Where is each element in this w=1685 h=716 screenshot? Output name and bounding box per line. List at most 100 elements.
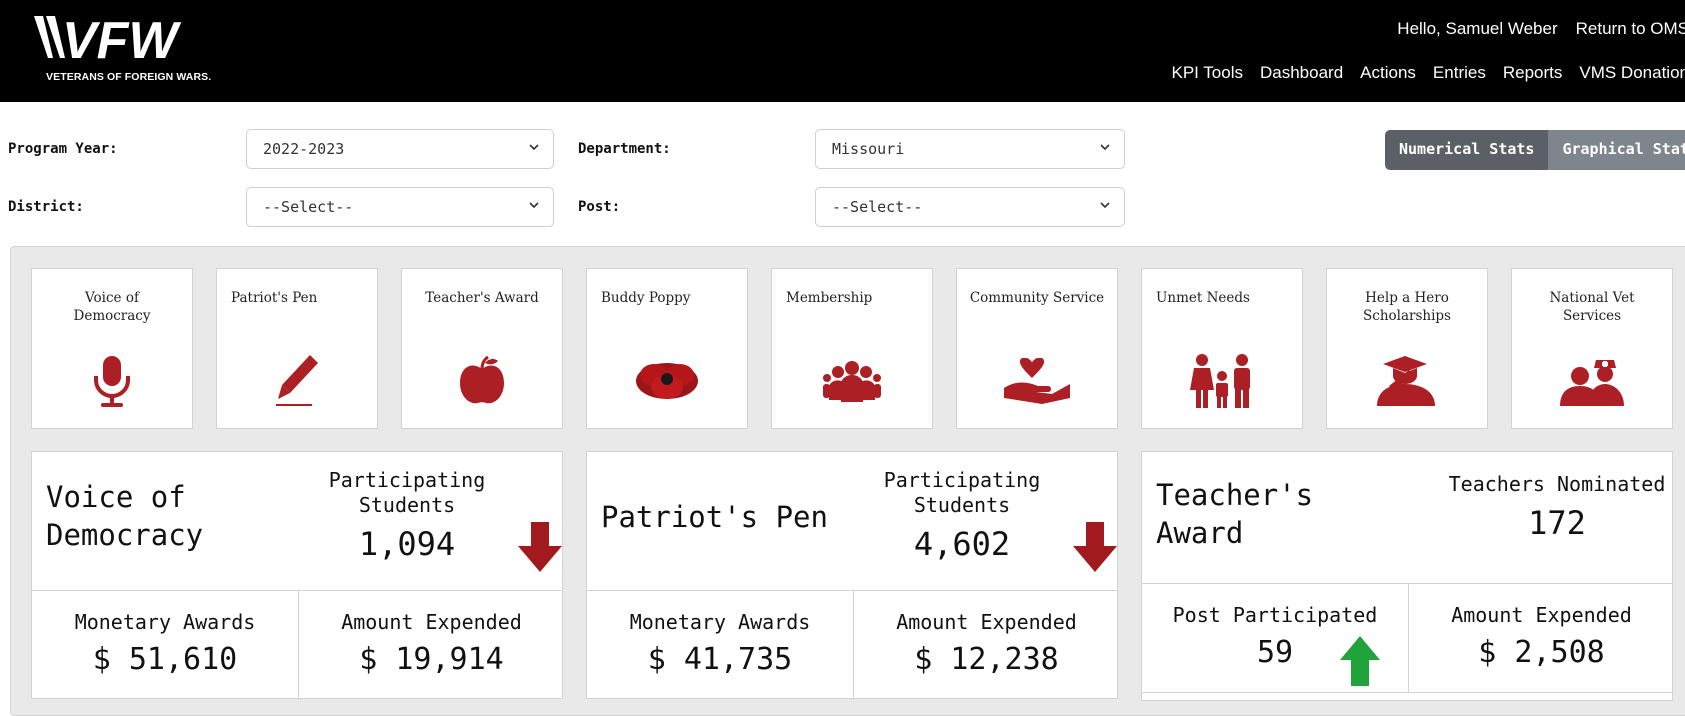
stat-label: Monetary Awards — [74, 610, 256, 634]
monetary-awards-stat: Monetary Awards $ 41,735 — [587, 591, 853, 700]
metric-label: Participating Students — [328, 468, 486, 517]
return-to-oms-link[interactable]: Return to OMS — [1576, 19, 1685, 39]
post-label: Post: — [578, 199, 621, 215]
tile-label: Community Service — [969, 290, 1105, 306]
program-year-label: Program Year: — [8, 141, 118, 157]
top-header: VFW VETERANS OF FOREIGN WARS. Hello, Sam… — [0, 0, 1685, 102]
vfw-logo-mark: VFW — [34, 16, 181, 66]
department-label: Department: — [578, 141, 671, 157]
department-value: Missouri — [832, 140, 905, 158]
tile-label: Voice of Democracy — [73, 290, 151, 324]
tile-unmet-needs[interactable]: Unmet Needs — [1141, 268, 1303, 429]
monetary-awards-stat: Monetary Awards $ 51,610 — [32, 591, 298, 700]
graduate-salute-icon — [1327, 351, 1487, 411]
stat-label: Monetary Awards — [629, 610, 811, 634]
tile-voice-of-democracy[interactable]: Voice of Democracy — [31, 268, 193, 429]
card-title: Teacher's Award — [1156, 478, 1314, 550]
graphical-stats-button[interactable]: Graphical Stats — [1548, 130, 1685, 170]
participating-students-metric: Participating Students 1,094 — [322, 468, 492, 564]
tile-label: Membership — [786, 290, 873, 306]
card-title: Voice of Democracy — [46, 480, 204, 552]
chevron-down-icon — [1100, 144, 1110, 151]
divider — [1142, 692, 1672, 693]
district-label: District: — [8, 199, 84, 215]
card-header: Patriot's Pen Participating Students 4,6… — [587, 452, 1117, 591]
amount-expended-stat: Amount Expended $ 19,914 — [299, 591, 564, 700]
tile-label: Patriot's Pen — [231, 290, 318, 306]
microphone-icon — [32, 351, 192, 411]
stat-label: Amount Expended — [896, 610, 1077, 634]
poppy-icon — [587, 351, 747, 411]
post-value: --Select-- — [832, 198, 923, 216]
stat-value: $ 2,508 — [1478, 635, 1605, 670]
tile-label: Help a Hero Scholarships — [1363, 290, 1451, 324]
program-year-value: 2022-2023 — [263, 140, 345, 158]
program-year-select[interactable]: 2022-2023 — [246, 129, 554, 169]
nav-reports[interactable]: Reports — [1503, 63, 1563, 83]
heart-hand-icon — [957, 351, 1117, 411]
tile-help-a-hero-scholarships[interactable]: Help a Hero Scholarships — [1326, 268, 1488, 429]
tile-buddy-poppy[interactable]: Buddy Poppy — [586, 268, 748, 429]
logo-text: VFW — [62, 16, 181, 66]
tile-membership[interactable]: Membership — [771, 268, 933, 429]
card-header: Teacher's Award Teachers Nominated 172 — [1142, 452, 1672, 584]
chevron-down-icon — [1100, 202, 1110, 209]
chevron-down-icon — [529, 202, 539, 209]
stat-label: Amount Expended — [341, 610, 522, 634]
trend-down-arrow-icon — [518, 522, 562, 572]
amount-expended-stat: Amount Expended $ 2,508 — [1409, 584, 1674, 693]
tile-label: Unmet Needs — [1156, 290, 1250, 306]
tile-teachers-award[interactable]: Teacher's Award — [401, 268, 563, 429]
nav-entries[interactable]: Entries — [1433, 63, 1486, 83]
district-select[interactable]: --Select-- — [246, 187, 554, 227]
view-toggle: Numerical Stats Graphical Stats — [1385, 130, 1685, 170]
nav-kpi-tools[interactable]: KPI Tools — [1171, 63, 1243, 83]
stat-value: $ 41,735 — [647, 642, 793, 677]
stat-card-patriots-pen: Patriot's Pen Participating Students 4,6… — [586, 451, 1119, 700]
card-title: Patriot's Pen — [601, 500, 828, 534]
stat-card-voice-of-democracy: Voice of Democracy Participating Student… — [31, 451, 564, 700]
stat-value: $ 12,238 — [914, 642, 1059, 677]
main-nav: KPI Tools Dashboard Actions Entries Repo… — [1171, 63, 1685, 83]
nav-vms-donation[interactable]: VMS Donation — [1579, 63, 1685, 83]
tile-label: Teacher's Award — [425, 290, 539, 306]
metric-value: 4,602 — [913, 525, 1011, 563]
nav-actions[interactable]: Actions — [1360, 63, 1416, 83]
participating-students-metric: Participating Students 4,602 — [877, 468, 1047, 564]
logo-subtitle: VETERANS OF FOREIGN WARS. — [46, 71, 212, 83]
pen-icon — [217, 351, 377, 411]
department-select[interactable]: Missouri — [815, 129, 1125, 169]
tile-patriots-pen[interactable]: Patriot's Pen — [216, 268, 378, 429]
stat-value: $ 51,610 — [92, 642, 238, 677]
metric-label: Teachers Nominated — [1448, 472, 1666, 496]
amount-expended-stat: Amount Expended $ 12,238 — [854, 591, 1119, 700]
apple-icon — [402, 351, 562, 411]
tile-label: National Vet Services — [1549, 290, 1635, 324]
vfw-logo[interactable]: VFW VETERANS OF FOREIGN WARS. — [34, 16, 224, 88]
veteran-nurse-icon — [1512, 351, 1672, 411]
post-participated-stat: Post Participated 59 — [1142, 584, 1408, 693]
family-icon — [1142, 351, 1302, 411]
tile-national-vet-services[interactable]: National Vet Services — [1511, 268, 1673, 429]
group-icon — [772, 351, 932, 411]
greeting-link[interactable]: Hello, Samuel Weber — [1397, 19, 1557, 39]
trend-up-arrow-icon — [1340, 636, 1380, 686]
post-select[interactable]: --Select-- — [815, 187, 1125, 227]
metric-value: 172 — [1528, 504, 1586, 542]
stat-value: $ 19,914 — [359, 642, 504, 677]
nav-dashboard[interactable]: Dashboard — [1260, 63, 1343, 83]
trend-down-arrow-icon — [1073, 522, 1117, 572]
numerical-stats-button[interactable]: Numerical Stats — [1385, 130, 1549, 170]
tile-label: Buddy Poppy — [601, 290, 691, 306]
user-links: Hello, Samuel Weber Return to OMS — [1397, 19, 1685, 39]
stat-label: Amount Expended — [1451, 603, 1632, 627]
stat-card-teachers-award: Teacher's Award Teachers Nominated 172 P… — [1141, 451, 1673, 701]
metric-value: 1,094 — [358, 525, 456, 563]
teachers-nominated-metric: Teachers Nominated 172 — [1432, 472, 1682, 543]
metric-label: Participating Students — [883, 468, 1041, 517]
card-header: Voice of Democracy Participating Student… — [32, 452, 562, 591]
district-value: --Select-- — [263, 198, 354, 216]
stat-label: Post Participated — [1172, 603, 1378, 627]
tile-community-service[interactable]: Community Service — [956, 268, 1118, 429]
chevron-down-icon — [529, 144, 539, 151]
